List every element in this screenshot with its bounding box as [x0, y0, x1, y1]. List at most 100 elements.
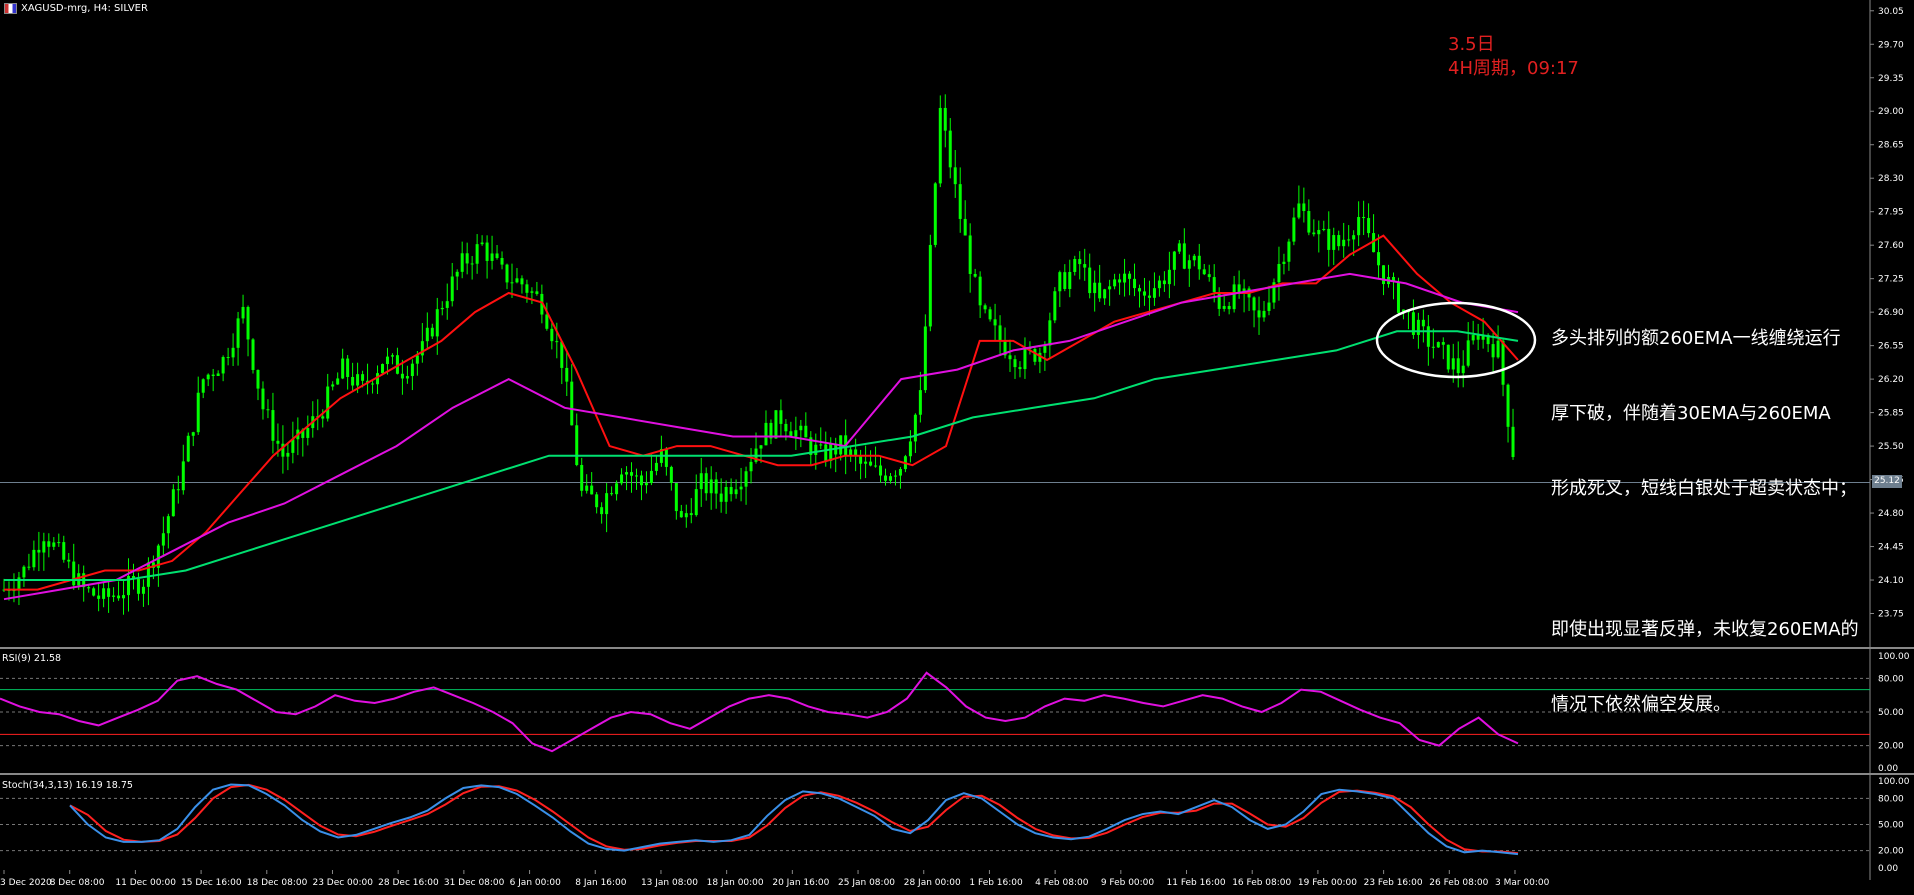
- candle-body: [1252, 297, 1256, 311]
- candle-body: [102, 588, 106, 599]
- candle-body: [1471, 335, 1475, 341]
- candle-body: [814, 444, 818, 455]
- y-tick-label: 24.45: [1878, 543, 1904, 553]
- candle-body: [485, 242, 489, 261]
- candle-body: [620, 474, 624, 484]
- candle-body: [246, 306, 250, 340]
- candle-body: [1138, 288, 1141, 292]
- x-tick-label: 18 Dec 08:00: [247, 878, 308, 888]
- candle-body: [450, 276, 454, 302]
- candle-body: [759, 445, 763, 449]
- candle-body: [216, 373, 220, 377]
- candle-body: [859, 455, 863, 464]
- annotation-line: 情况下依然偏空发展。: [1551, 694, 1731, 715]
- stoch-tick-label: 20.00: [1878, 847, 1904, 857]
- candle-body: [978, 276, 982, 306]
- current-price-tag: 25.12: [1872, 475, 1902, 489]
- x-tick-label: 3 Mar 00:00: [1495, 878, 1550, 888]
- candle-body: [555, 341, 559, 343]
- candle-body: [1217, 291, 1221, 309]
- x-tick-label: 8 Jan 16:00: [575, 878, 627, 888]
- x-tick-label: 4 Feb 08:00: [1035, 878, 1089, 888]
- x-tick-label: 13 Jan 08:00: [641, 878, 698, 888]
- candle-body: [410, 363, 414, 377]
- candle-body: [117, 595, 121, 599]
- candle-body: [415, 355, 419, 364]
- candle-body: [854, 449, 858, 456]
- candle-body: [266, 409, 270, 411]
- candle-body: [191, 432, 195, 436]
- x-tick-label: 19 Feb 00:00: [1298, 878, 1357, 888]
- candle-body: [186, 435, 190, 462]
- candle-body: [1212, 277, 1216, 292]
- candle-body: [1511, 426, 1515, 458]
- y-tick-label: 29.70: [1878, 40, 1904, 50]
- candle-body: [734, 489, 738, 495]
- candle-body: [864, 461, 868, 464]
- candle-body: [794, 430, 798, 437]
- candle-body: [435, 309, 439, 337]
- candle-body: [1436, 342, 1440, 348]
- candle-body: [1347, 239, 1351, 241]
- candle-body: [779, 410, 783, 424]
- candle-body: [495, 253, 499, 259]
- candle-body: [983, 305, 987, 310]
- candle-body: [908, 441, 912, 457]
- rsi-tick-label: 80.00: [1878, 674, 1904, 684]
- candle-body: [819, 444, 823, 446]
- candle-body: [565, 367, 569, 382]
- candle-body: [1043, 345, 1047, 353]
- candle-body: [649, 470, 653, 484]
- candle-body: [689, 513, 693, 516]
- candle-body: [112, 595, 116, 597]
- candle-body: [52, 542, 56, 547]
- candle-body: [1058, 272, 1062, 292]
- candle-body: [998, 325, 1002, 342]
- candle-body: [231, 347, 235, 358]
- candle-body: [1083, 264, 1087, 268]
- x-tick-label: 23 Feb 16:00: [1364, 878, 1423, 888]
- candle-body: [923, 326, 927, 391]
- candle-body: [67, 559, 71, 562]
- candle-body: [1108, 286, 1112, 290]
- symbol-title: XAGUSD-mrg, H4: SILVER: [21, 3, 148, 14]
- candle-body: [1506, 384, 1510, 427]
- candle-body: [1496, 340, 1500, 358]
- candle-body: [166, 516, 170, 534]
- candle-body: [694, 489, 698, 516]
- candle-body: [888, 476, 892, 481]
- candle-body: [1202, 269, 1206, 275]
- y-tick-label: 26.20: [1878, 375, 1904, 385]
- x-tick-label: 18 Jan 00:00: [707, 878, 764, 888]
- annotation-line: 厚下破，伴随着30EMA与260EMA: [1551, 403, 1831, 424]
- candle-body: [22, 566, 26, 578]
- candle-body: [181, 461, 185, 491]
- x-tick-label: 11 Feb 16:00: [1167, 878, 1226, 888]
- candle-body: [141, 586, 145, 594]
- stoch-panel: 100.00 80.00 50.00 20.00 0.00: [0, 777, 1910, 874]
- candle-body: [739, 486, 743, 490]
- candle-body: [1501, 340, 1505, 385]
- candle-body: [226, 357, 230, 359]
- candle-body: [430, 327, 434, 337]
- x-tick-label: 16 Feb 08:00: [1232, 878, 1291, 888]
- candle-body: [62, 542, 66, 560]
- candle-body: [570, 381, 574, 426]
- candle-body: [361, 374, 365, 381]
- candle-body: [729, 486, 733, 495]
- candle-body: [161, 533, 165, 546]
- candle-body: [306, 428, 310, 438]
- x-tick-label: 8 Dec 08:00: [50, 878, 105, 888]
- candle-body: [535, 291, 539, 294]
- candle-body: [1297, 203, 1301, 218]
- candle-body: [605, 493, 609, 515]
- candle-body: [470, 263, 474, 265]
- candle-body: [331, 384, 335, 387]
- candle-body: [356, 374, 360, 386]
- candle-body: [714, 479, 718, 494]
- candle-body: [664, 448, 668, 467]
- candle-body: [201, 379, 205, 393]
- candle-body: [256, 369, 260, 389]
- x-tick-label: 26 Feb 08:00: [1429, 878, 1488, 888]
- stoch-tick-label: 0.00: [1878, 864, 1898, 874]
